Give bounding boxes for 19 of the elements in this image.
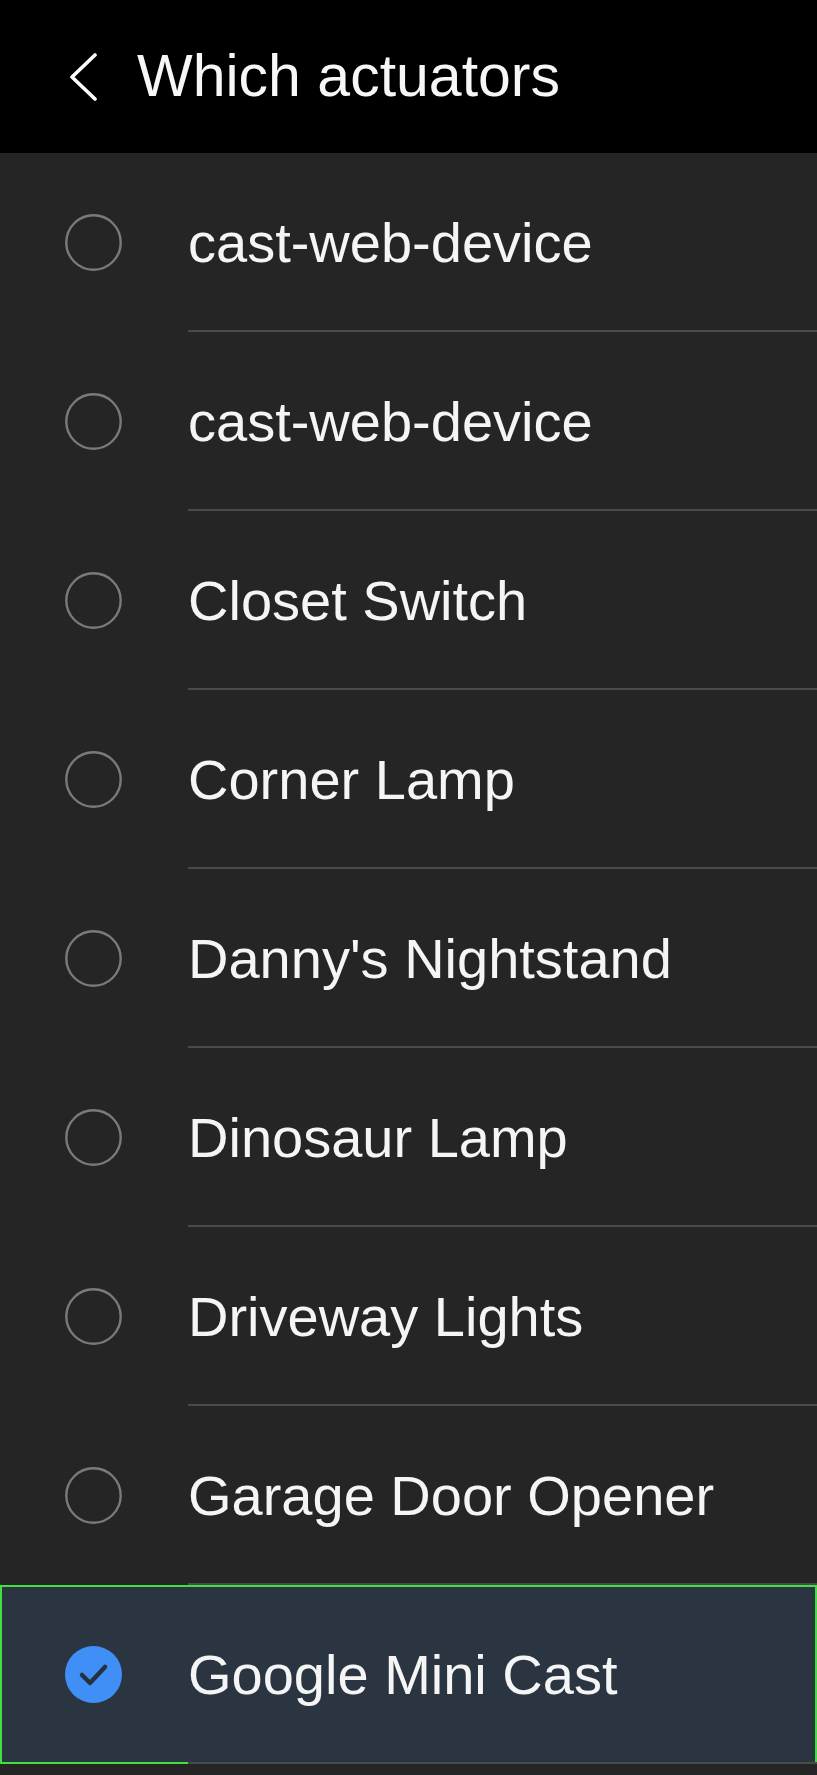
radio-icon[interactable] [65, 572, 122, 629]
checked-radio-icon[interactable] [65, 1646, 122, 1703]
radio-icon[interactable] [65, 1288, 122, 1345]
radio-icon[interactable] [65, 214, 122, 271]
list-item[interactable]: Dinosaur Lamp [0, 1048, 817, 1227]
radio-icon[interactable] [65, 1109, 122, 1166]
list-item[interactable]: Driveway Lights [0, 1227, 817, 1406]
list-item[interactable]: cast-web-device [0, 153, 817, 332]
list-item[interactable]: Danny's Nightstand [0, 869, 817, 1048]
chevron-left-icon [68, 52, 98, 101]
radio-icon[interactable] [65, 1467, 122, 1524]
list-item[interactable]: Corner Lamp [0, 690, 817, 869]
list-item[interactable]: Closet Switch [0, 511, 817, 690]
list-item[interactable]: Google Mini Cast [0, 1585, 817, 1764]
list-item[interactable]: cast-web-device [0, 332, 817, 511]
radio-icon[interactable] [65, 930, 122, 987]
radio-icon[interactable] [65, 393, 122, 450]
screen-title: Which actuators [137, 42, 560, 111]
radio-icon[interactable] [65, 751, 122, 808]
